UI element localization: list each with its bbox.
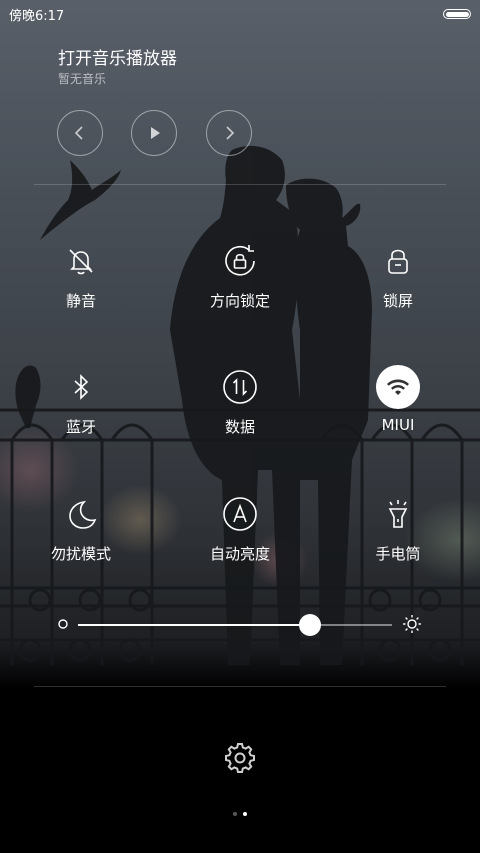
toggle-label: 蓝牙 — [65, 418, 96, 436]
toggle-label: 静音 — [65, 292, 96, 310]
toggle-label: 勿扰模式 — [50, 545, 111, 563]
toggle-label: 方向锁定 — [209, 292, 270, 310]
next-button[interactable] — [206, 110, 252, 156]
page-dot — [243, 812, 247, 816]
rotation-lock-icon — [220, 241, 260, 281]
bluetooth-icon — [61, 367, 101, 407]
toggle-wifi[interactable]: MIUI — [338, 365, 458, 434]
brightness-low-icon — [58, 619, 68, 629]
toggle-label: MIUI — [381, 416, 415, 434]
mobile-data-icon — [220, 367, 260, 407]
bell-off-icon — [61, 241, 101, 281]
toggle-label: 自动亮度 — [209, 545, 270, 563]
panel-dim-overlay — [0, 0, 480, 690]
page-indicator — [0, 812, 480, 816]
brightness-slider[interactable] — [78, 624, 392, 626]
toggle-auto-brightness[interactable]: 自动亮度 — [180, 494, 300, 564]
play-icon — [151, 127, 160, 139]
page-dot — [233, 812, 237, 816]
wifi-icon — [376, 365, 420, 409]
toggle-label: 锁屏 — [382, 292, 413, 310]
music-status: 暂无音乐 — [58, 72, 107, 86]
divider — [34, 184, 446, 185]
toggle-flashlight[interactable]: 手电筒 — [338, 494, 458, 564]
previous-button[interactable] — [57, 110, 103, 156]
chevron-left-icon — [74, 126, 83, 140]
flashlight-icon — [378, 494, 418, 534]
lock-icon — [378, 241, 418, 281]
divider — [34, 686, 446, 687]
chevron-right-icon — [226, 126, 235, 140]
moon-icon — [61, 494, 101, 534]
play-button[interactable] — [131, 110, 177, 156]
toggle-rotation-lock[interactable]: 方向锁定 — [180, 241, 300, 311]
toggle-do-not-disturb[interactable]: 勿扰模式 — [21, 494, 141, 564]
toggle-mobile-data[interactable]: 数据 — [180, 367, 300, 437]
gear-icon — [225, 743, 255, 773]
music-player-title[interactable]: 打开音乐播放器 — [58, 44, 177, 69]
toggle-label: 手电筒 — [375, 545, 421, 563]
battery-icon — [443, 9, 471, 19]
toggle-lock-screen[interactable]: 锁屏 — [338, 241, 458, 311]
toggle-label: 数据 — [224, 418, 255, 436]
status-time: 傍晚6:17 — [9, 9, 65, 24]
brightness-high-icon — [403, 615, 421, 633]
toggle-mute[interactable]: 静音 — [21, 241, 141, 311]
toggle-bluetooth[interactable]: 蓝牙 — [21, 367, 141, 437]
settings-button[interactable] — [222, 740, 258, 776]
auto-brightness-icon — [220, 494, 260, 534]
brightness-slider-fill — [78, 624, 311, 626]
